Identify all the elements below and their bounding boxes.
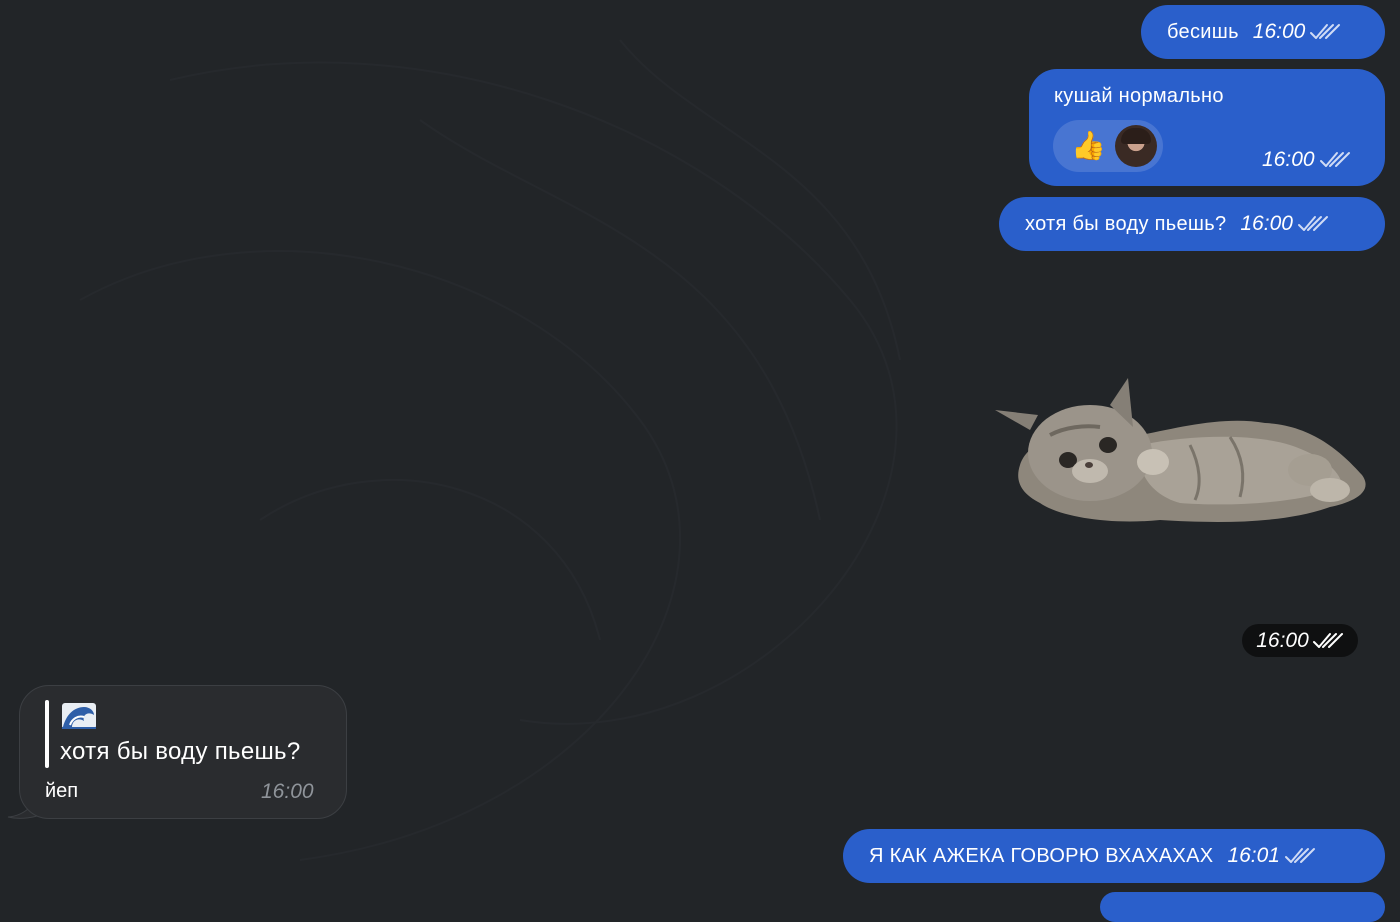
thumbs-up-icon: 👍 bbox=[1071, 130, 1106, 161]
read-checkmarks-icon bbox=[1319, 152, 1350, 167]
message-text: кушай нормально bbox=[1054, 85, 1224, 107]
message-time: 16:00 bbox=[1252, 20, 1306, 43]
message-text: хотя бы воду пьешь? bbox=[1025, 212, 1227, 235]
outgoing-message[interactable]: хотя бы воду пьешь? 16:00 bbox=[999, 197, 1385, 251]
message-time: 16:00 bbox=[1262, 148, 1315, 171]
message-time: 16:00 bbox=[1240, 212, 1293, 235]
read-checkmarks-icon bbox=[1312, 632, 1343, 648]
outgoing-message-partial[interactable] bbox=[1100, 892, 1385, 922]
outgoing-message[interactable]: Я КАК АЖЕКА ГОВОРЮ ВХАХАХАХ 16:01 bbox=[843, 829, 1385, 883]
message-time: 16:01 bbox=[1227, 844, 1280, 867]
wave-icon bbox=[62, 703, 96, 729]
message-meta: 16:01 bbox=[1227, 844, 1316, 868]
message-meta: 16:00 bbox=[1262, 148, 1351, 172]
reply-quote-bar bbox=[45, 700, 49, 768]
read-checkmarks-icon bbox=[1310, 24, 1341, 39]
reaction-chip[interactable]: 👍 bbox=[1053, 120, 1163, 172]
read-checkmarks-icon bbox=[1285, 848, 1315, 863]
message-meta: 16:00 bbox=[1240, 212, 1329, 236]
avatar bbox=[1115, 125, 1157, 167]
reply-quote-text: хотя бы воду пьешь? bbox=[60, 738, 301, 765]
message-text: йеп bbox=[45, 780, 79, 802]
read-checkmarks-icon bbox=[1297, 216, 1328, 231]
kitten-sticker[interactable] bbox=[990, 375, 1380, 530]
message-text: Я КАК АЖЕКА ГОВОРЮ ВХАХАХАХ bbox=[869, 844, 1214, 867]
incoming-message[interactable]: хотя бы воду пьешь? йеп 16:00 bbox=[19, 685, 347, 819]
message-meta: 16:00 bbox=[1253, 20, 1342, 44]
message-time: 16:00 bbox=[261, 780, 314, 803]
sticker-time-badge: 16:00 bbox=[1242, 624, 1358, 657]
outgoing-message[interactable]: кушай нормально 👍 16:00 bbox=[1029, 69, 1385, 186]
outgoing-message[interactable]: бесишь 16:00 bbox=[1141, 5, 1385, 59]
message-text: бесишь bbox=[1167, 20, 1239, 43]
message-time: 16:00 bbox=[1256, 628, 1309, 652]
